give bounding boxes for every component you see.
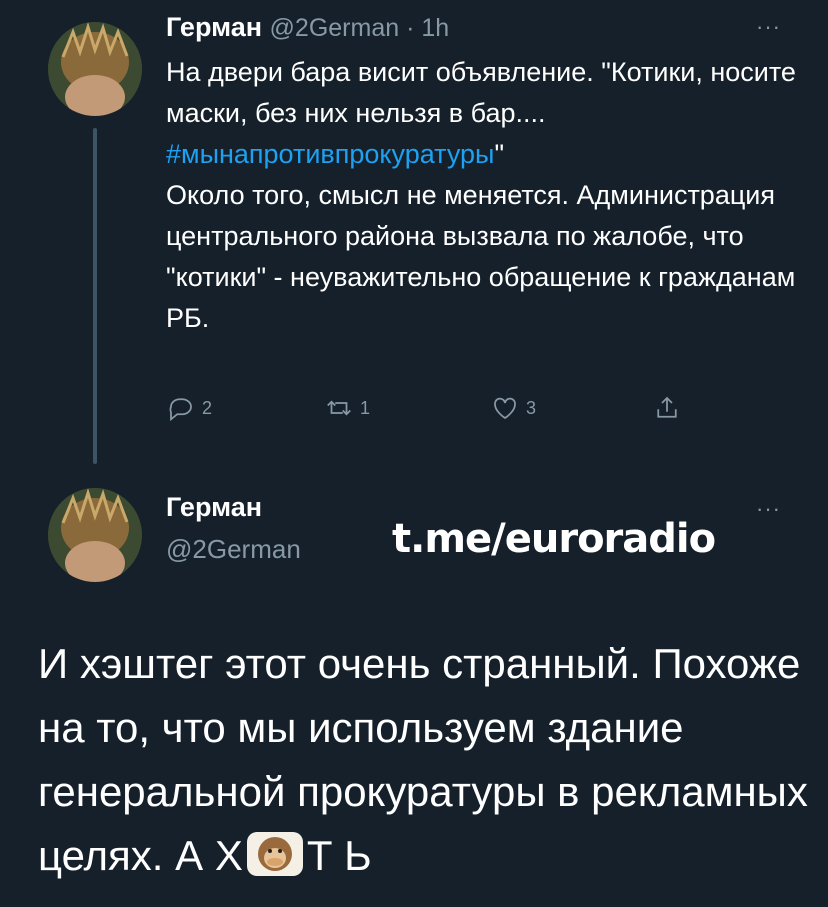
- watermark: t.me/euroradio: [392, 516, 716, 562]
- share-button[interactable]: [652, 393, 682, 423]
- reply-icon: [169, 398, 192, 422]
- tweet-text-large: И хэштег этот очень странный. Похоже на …: [38, 632, 808, 888]
- avatar[interactable]: [48, 488, 142, 582]
- tweet-text-part: И хэштег этот очень странный. Похоже на …: [38, 640, 808, 879]
- tweet-text: На двери бара висит объявление. "Котики,…: [166, 52, 806, 339]
- like-button[interactable]: 3: [490, 393, 536, 423]
- heart-icon: [494, 397, 516, 420]
- author-name[interactable]: Герман @2German · 1h: [166, 12, 449, 43]
- author-handle[interactable]: @2German: [166, 534, 301, 565]
- tweet-text-part: На двери бара висит объявление. "Котики,…: [166, 57, 804, 128]
- more-options-icon[interactable]: ···: [756, 496, 781, 522]
- share-icon: [657, 396, 677, 418]
- thread-line: [93, 128, 97, 464]
- reply-count: 2: [202, 397, 213, 418]
- hashtag-link[interactable]: #мынапротивпрокуратуры: [166, 139, 494, 169]
- avatar[interactable]: [48, 22, 142, 116]
- retweet-icon: [327, 400, 351, 416]
- reply-button[interactable]: 2: [166, 393, 212, 423]
- retweet-button[interactable]: 1: [324, 393, 370, 423]
- author-name-text[interactable]: Герман: [166, 12, 262, 42]
- author-name[interactable]: Герман: [166, 492, 262, 523]
- like-count: 3: [526, 397, 537, 418]
- retweet-count: 1: [360, 397, 371, 418]
- speak-no-evil-monkey-icon: [246, 832, 303, 876]
- tweet-text-part: Т Ь: [306, 832, 372, 879]
- handle-and-time: @2German · 1h: [269, 14, 450, 42]
- tweet-actions: 2 1 3: [166, 393, 726, 429]
- more-options-icon[interactable]: ···: [756, 14, 781, 40]
